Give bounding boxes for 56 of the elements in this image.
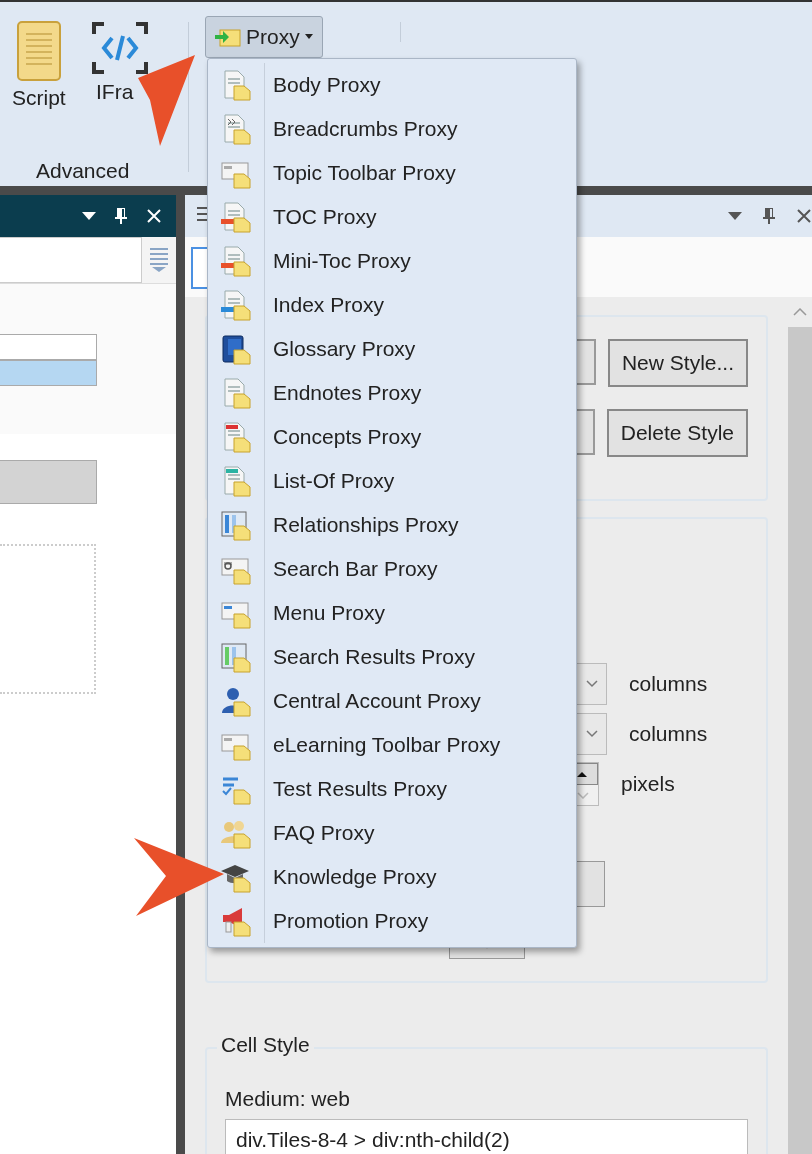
menu-item[interactable]: Promotion Proxy xyxy=(208,899,576,943)
chevron-icon xyxy=(586,680,598,688)
menu-item[interactable]: List-Of Proxy xyxy=(208,459,576,503)
unit-label: pixels xyxy=(621,772,675,796)
menu-item[interactable]: TOC Proxy xyxy=(208,195,576,239)
results-list-icon xyxy=(220,641,252,673)
iframe-label[interactable]: IFra xyxy=(96,80,134,104)
group-label: Advanced xyxy=(36,159,130,183)
menu-item[interactable]: Central Account Proxy xyxy=(208,679,576,723)
menu-item[interactable]: Index Proxy xyxy=(208,283,576,327)
pin-icon[interactable] xyxy=(762,207,776,225)
megaphone-icon xyxy=(220,905,252,937)
menu-item[interactable]: Test Results Proxy xyxy=(208,767,576,811)
lines-icon[interactable] xyxy=(148,245,170,273)
pin-icon[interactable] xyxy=(114,207,128,225)
book-icon xyxy=(220,333,252,365)
caret-icon xyxy=(303,34,314,40)
chevron-icon xyxy=(586,730,598,738)
new-style-button[interactable]: New Style... xyxy=(607,339,748,387)
list-row[interactable] xyxy=(0,360,97,386)
person-icon xyxy=(220,685,252,717)
unit-label: columns xyxy=(629,672,708,696)
splitter-bar[interactable] xyxy=(176,195,185,1154)
selector-field[interactable]: div.Tiles-8-4 > div:nth-child(2) xyxy=(225,1119,748,1154)
menu-item[interactable]: FAQ Proxy xyxy=(208,811,576,855)
menu-item[interactable]: Relationships Proxy xyxy=(208,503,576,547)
scroll-up-icon[interactable] xyxy=(793,308,807,316)
toc-icon xyxy=(220,201,252,233)
scrollbar[interactable] xyxy=(788,297,812,1154)
menu-item[interactable]: Glossary Proxy xyxy=(208,327,576,371)
menu-item[interactable]: Search Bar Proxy xyxy=(208,547,576,591)
medium-label: Medium: web xyxy=(225,1087,351,1111)
grid-icon xyxy=(220,509,252,541)
delete-style-button[interactable]: Delete Style xyxy=(606,409,748,457)
menu-item[interactable]: Search Results Proxy xyxy=(208,635,576,679)
up-arrow-icon[interactable] xyxy=(576,770,588,778)
code-frame-icon xyxy=(90,20,150,76)
note-arrow-icon xyxy=(214,26,242,48)
dropdown-icon[interactable] xyxy=(82,211,96,221)
list-row[interactable] xyxy=(0,334,97,360)
close-icon[interactable] xyxy=(796,208,812,224)
script-label[interactable]: Script xyxy=(12,86,66,110)
menu-item[interactable]: Topic Toolbar Proxy xyxy=(208,151,576,195)
proxy-button[interactable]: Proxy xyxy=(205,16,323,58)
menu-item[interactable]: Concepts Proxy xyxy=(208,415,576,459)
index-icon xyxy=(220,289,252,321)
unit-label: columns xyxy=(629,722,708,746)
menu-item[interactable]: Body Proxy xyxy=(208,63,576,107)
menu-item[interactable]: Endnotes Proxy xyxy=(208,371,576,415)
blank-button[interactable] xyxy=(0,460,97,504)
menu-item[interactable]: Menu Proxy xyxy=(208,591,576,635)
toc-icon xyxy=(220,245,252,277)
dropdown-icon[interactable] xyxy=(728,211,742,221)
menu-item[interactable]: Breadcrumbs Proxy xyxy=(208,107,576,151)
menu-item[interactable]: eLearning Toolbar Proxy xyxy=(208,723,576,767)
input-field[interactable] xyxy=(0,237,142,283)
